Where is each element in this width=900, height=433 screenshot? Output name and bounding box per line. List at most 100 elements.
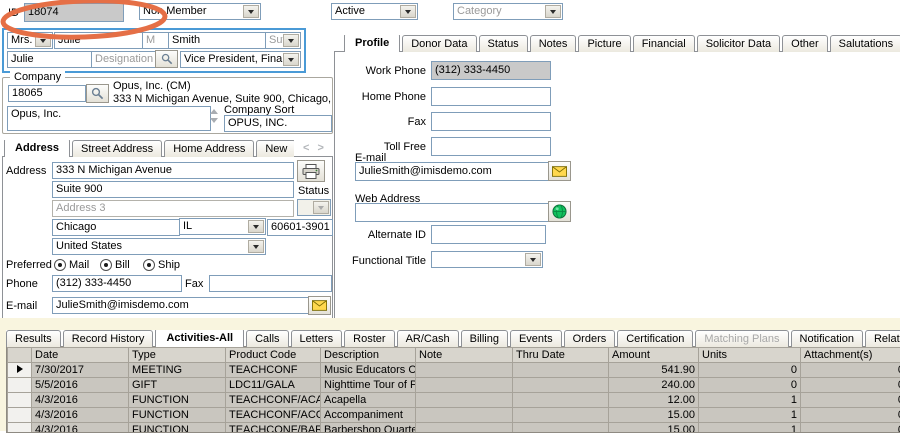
cell-units[interactable]: 1 [699,423,801,433]
cell-attachments[interactable]: 0 [801,393,900,408]
cell-description[interactable]: Barbershop Quartet [321,423,416,433]
tab-notes[interactable]: Notes [530,35,577,52]
cell-type[interactable]: MEETING [129,363,226,378]
category-dropdown[interactable]: Category [453,3,563,20]
toll-free-field[interactable] [431,137,551,156]
web-address-field[interactable] [355,203,549,222]
cell-attachments[interactable]: 0 [801,363,900,378]
tab-billing[interactable]: Billing [461,330,508,347]
cell-product-code[interactable]: TEACHCONF/ACAPE [226,393,321,408]
preferred-ship-radio[interactable] [143,259,155,271]
tab-salutations[interactable]: Salutations [830,35,900,52]
cell-product-code[interactable]: TEACHCONF/BARBER [226,423,321,433]
cell-note[interactable] [416,408,513,423]
address-line3-field[interactable]: Address 3 [52,200,294,217]
email-field[interactable]: JulieSmith@imisdemo.com [52,297,310,314]
chevron-down-icon[interactable] [400,5,416,18]
col-note[interactable]: Note [416,348,513,363]
tab-record-history[interactable]: Record History [63,330,154,347]
chevron-right-icon[interactable]: > [318,142,324,154]
row-selector-cell[interactable] [8,363,32,378]
cell-type[interactable]: FUNCTION [129,423,226,433]
col-date[interactable]: Date [32,348,129,363]
cell-attachments[interactable]: 0 [801,378,900,393]
cell-note[interactable] [416,378,513,393]
company-id-field[interactable]: 18065 [8,85,86,102]
print-address-button[interactable] [297,160,325,182]
row-selector-cell[interactable] [8,408,32,423]
cell-type[interactable]: FUNCTION [129,408,226,423]
profile-email-field[interactable]: JulieSmith@imisdemo.com [355,162,549,181]
chevron-down-icon[interactable] [248,240,264,253]
col-product-code[interactable]: Product Code [226,348,321,363]
col-units[interactable]: Units [699,348,801,363]
suffix-dropdown[interactable]: Suffix [265,32,301,49]
profile-fax-field[interactable] [431,112,551,131]
tab-solicitor-data[interactable]: Solicitor Data [697,35,780,52]
last-name-field[interactable]: Smith [168,32,266,49]
company-name-box[interactable]: Opus, Inc. [7,106,211,131]
tab-roster[interactable]: Roster [344,330,394,347]
chevron-down-icon[interactable] [35,34,51,47]
member-status-dropdown[interactable]: Non Member [139,3,261,20]
cell-attachments[interactable]: 0 [801,423,900,433]
cell-amount[interactable]: 12.00 [609,393,699,408]
row-selector-cell[interactable] [8,378,32,393]
city-field[interactable]: Chicago [52,219,180,236]
phone-field[interactable]: (312) 333-4450 [52,275,182,292]
open-web-button[interactable] [548,201,571,222]
name-search-button[interactable] [155,50,178,68]
cell-note[interactable] [416,423,513,433]
zip-field[interactable]: 60601-3901 [267,219,333,236]
preferred-mail-radio[interactable] [54,259,66,271]
cell-date[interactable]: 4/3/2016 [32,423,129,433]
cell-note[interactable] [416,363,513,378]
job-title-dropdown[interactable]: Vice President, Finance [180,51,301,68]
tab-relationships[interactable]: Relationships [865,330,900,347]
tab-activities-all[interactable]: Activities-All [155,330,244,347]
address-status-dropdown[interactable] [297,199,331,216]
chevron-down-icon[interactable] [210,118,218,123]
company-search-button[interactable] [86,84,109,103]
tab-donor-data[interactable]: Donor Data [402,35,476,52]
tab-address[interactable]: Address [4,140,70,157]
country-dropdown[interactable]: United States [52,238,266,255]
send-email-button[interactable] [308,296,331,315]
chevron-down-icon[interactable] [545,5,561,18]
chevron-down-icon[interactable] [525,253,541,266]
state-dropdown[interactable]: IL [179,218,266,235]
id-field[interactable]: 18074 [24,3,124,22]
chevron-down-icon[interactable] [283,34,299,47]
cell-product-code[interactable]: LDC11/GALA [226,378,321,393]
profile-send-email-button[interactable] [548,161,571,181]
prefix-dropdown[interactable]: Mrs. [7,32,53,49]
tab-ar-cash[interactable]: AR/Cash [397,330,459,347]
cell-units[interactable]: 1 [699,393,801,408]
table-row[interactable]: 4/3/2016 FUNCTION TEACHCONF/BARBER Barbe… [8,423,900,433]
cell-attachments[interactable]: 0 [801,408,900,423]
work-phone-field[interactable]: (312) 333-4450 [431,61,551,80]
col-description[interactable]: Description [321,348,416,363]
table-row[interactable]: 5/5/2016 GIFT LDC11/GALA Nighttime Tour … [8,378,900,393]
middle-name-field[interactable]: M [142,32,170,49]
home-phone-field[interactable] [431,87,551,106]
cell-date[interactable]: 4/3/2016 [32,408,129,423]
tab-certification[interactable]: Certification [617,330,693,347]
chevron-left-icon[interactable]: < [303,142,309,154]
address-line2-field[interactable]: Suite 900 [52,181,294,198]
cell-note[interactable] [416,393,513,408]
chevron-down-icon[interactable] [248,220,264,233]
col-attachments[interactable]: Attachment(s) [801,348,900,363]
chevron-down-icon[interactable] [283,53,299,66]
cell-amount[interactable]: 15.00 [609,423,699,433]
cell-date[interactable]: 7/30/2017 [32,363,129,378]
informal-name-field[interactable]: Julie [7,51,93,68]
record-status-dropdown[interactable]: Active [331,3,418,20]
cell-thru-date[interactable] [513,393,609,408]
cell-amount[interactable]: 240.00 [609,378,699,393]
tab-notification[interactable]: Notification [791,330,863,347]
cell-amount[interactable]: 15.00 [609,408,699,423]
cell-product-code[interactable]: TEACHCONF [226,363,321,378]
company-name-scroll[interactable] [210,109,218,123]
tab-financial[interactable]: Financial [633,35,695,52]
